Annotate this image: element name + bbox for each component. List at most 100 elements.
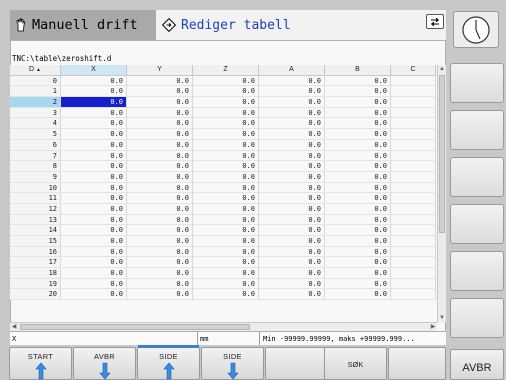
side-softkey-3[interactable] — [450, 157, 504, 197]
table-cell-a[interactable]: 0.0 — [259, 214, 325, 226]
table-cell-c[interactable] — [391, 246, 436, 258]
column-header-c[interactable]: C — [391, 65, 436, 76]
table-row[interactable]: 17 0.0 0.0 0.0 0.0 0.0 — [10, 257, 436, 269]
horizontal-scroll-thumb[interactable] — [20, 324, 250, 330]
scroll-left-icon[interactable]: ◀ — [10, 323, 18, 331]
table-row[interactable]: 16 0.0 0.0 0.0 0.0 0.0 — [10, 246, 436, 258]
table-cell-y[interactable]: 0.0 — [127, 268, 193, 279]
table-cell-d[interactable]: 18 — [10, 268, 61, 279]
table-cell-x[interactable]: 0.0 — [61, 171, 127, 183]
table-cell-d[interactable]: 5 — [10, 129, 61, 140]
table-row[interactable]: 4 0.0 0.0 0.0 0.0 0.0 — [10, 118, 436, 130]
table-cell-a[interactable]: 0.0 — [259, 129, 325, 140]
table-cell-y[interactable]: 0.0 — [127, 139, 193, 151]
table-cell-c[interactable] — [391, 268, 436, 279]
softkey-end[interactable]: AVBR — [73, 347, 136, 380]
table-cell-y[interactable]: 0.0 — [127, 118, 193, 130]
table-cell-a[interactable]: 0.0 — [259, 139, 325, 151]
table-cell-c[interactable] — [391, 75, 436, 87]
table-cell-x[interactable]: 0.0 — [61, 97, 127, 108]
table-row[interactable]: 19 0.0 0.0 0.0 0.0 0.0 — [10, 278, 436, 290]
table-cell-c[interactable] — [391, 225, 436, 236]
table-cell-z[interactable]: 0.0 — [193, 75, 259, 87]
table-cell-b[interactable]: 0.0 — [325, 268, 391, 279]
table-cell-x[interactable]: 0.0 — [61, 236, 127, 247]
table-cell-x[interactable]: 0.0 — [61, 75, 127, 87]
table-cell-b[interactable]: 0.0 — [325, 257, 391, 269]
table-cell-z[interactable]: 0.0 — [193, 236, 259, 247]
table-cell-a[interactable]: 0.0 — [259, 182, 325, 194]
softkey-start[interactable]: START — [9, 347, 72, 380]
table-cell-y[interactable]: 0.0 — [127, 203, 193, 215]
table-cell-d[interactable]: 7 — [10, 150, 61, 162]
table-cell-y[interactable]: 0.0 — [127, 171, 193, 183]
table-cell-x[interactable]: 0.0 — [61, 268, 127, 279]
table-cell-d[interactable]: 16 — [10, 246, 61, 258]
table-row[interactable]: 7 0.0 0.0 0.0 0.0 0.0 — [10, 150, 436, 162]
table-cell-c[interactable] — [391, 129, 436, 140]
softkey-empty-2[interactable] — [388, 347, 446, 380]
table-cell-a[interactable]: 0.0 — [259, 225, 325, 236]
column-header-a[interactable]: A — [259, 65, 325, 76]
table-cell-a[interactable]: 0.0 — [259, 86, 325, 98]
table-cell-c[interactable] — [391, 161, 436, 172]
table-cell-y[interactable]: 0.0 — [127, 289, 193, 301]
table-cell-c[interactable] — [391, 278, 436, 290]
table-cell-b[interactable]: 0.0 — [325, 129, 391, 140]
table-row[interactable]: 18 0.0 0.0 0.0 0.0 0.0 — [10, 268, 436, 279]
table-cell-b[interactable]: 0.0 — [325, 289, 391, 301]
scroll-up-icon[interactable]: ▲ — [438, 65, 446, 73]
table-cell-x[interactable]: 0.0 — [61, 257, 127, 269]
table-cell-b[interactable]: 0.0 — [325, 246, 391, 258]
table-cell-z[interactable]: 0.0 — [193, 193, 259, 204]
table-cell-b[interactable]: 0.0 — [325, 182, 391, 194]
table-cell-y[interactable]: 0.0 — [127, 97, 193, 108]
table-cell-b[interactable]: 0.0 — [325, 193, 391, 204]
table-row[interactable]: 0 0.0 0.0 0.0 0.0 0.0 — [10, 75, 436, 87]
table-cell-x[interactable]: 0.0 — [61, 150, 127, 162]
table-cell-z[interactable]: 0.0 — [193, 246, 259, 258]
scroll-down-icon[interactable]: ▼ — [438, 314, 446, 322]
table-cell-y[interactable]: 0.0 — [127, 214, 193, 226]
table-row[interactable]: 3 0.0 0.0 0.0 0.0 0.0 — [10, 107, 436, 119]
table-cell-a[interactable]: 0.0 — [259, 289, 325, 301]
table-row[interactable]: 9 0.0 0.0 0.0 0.0 0.0 — [10, 171, 436, 183]
table-cell-b[interactable]: 0.0 — [325, 75, 391, 87]
table-cell-d[interactable]: 8 — [10, 161, 61, 172]
side-softkey-1[interactable] — [450, 63, 504, 103]
table-cell-d[interactable]: 13 — [10, 214, 61, 226]
table-cell-x[interactable]: 0.0 — [61, 161, 127, 172]
table-cell-d[interactable]: 1 — [10, 86, 61, 98]
table-row[interactable]: 10 0.0 0.0 0.0 0.0 0.0 — [10, 182, 436, 194]
table-cell-c[interactable] — [391, 150, 436, 162]
table-cell-y[interactable]: 0.0 — [127, 182, 193, 194]
table-cell-y[interactable]: 0.0 — [127, 75, 193, 87]
side-softkey-2[interactable] — [450, 110, 504, 150]
table-cell-y[interactable]: 0.0 — [127, 278, 193, 290]
table-cell-b[interactable]: 0.0 — [325, 107, 391, 119]
table-cell-z[interactable]: 0.0 — [193, 278, 259, 290]
table-cell-d[interactable]: 14 — [10, 225, 61, 236]
column-header-b[interactable]: B — [325, 65, 391, 76]
table-row[interactable]: 15 0.0 0.0 0.0 0.0 0.0 — [10, 236, 436, 247]
table-cell-d[interactable]: 0 — [10, 75, 61, 87]
table-cell-a[interactable]: 0.0 — [259, 278, 325, 290]
table-cell-b[interactable]: 0.0 — [325, 203, 391, 215]
table-cell-c[interactable] — [391, 289, 436, 301]
table-cell-b[interactable]: 0.0 — [325, 171, 391, 183]
table-row[interactable]: 2 0.0 0.0 0.0 0.0 0.0 — [10, 97, 436, 108]
table-cell-x[interactable]: 0.0 — [61, 118, 127, 130]
side-softkey-4[interactable] — [450, 204, 504, 244]
table-cell-c[interactable] — [391, 236, 436, 247]
table-cell-x[interactable]: 0.0 — [61, 193, 127, 204]
table-cell-c[interactable] — [391, 97, 436, 108]
table-cell-y[interactable]: 0.0 — [127, 193, 193, 204]
table-cell-a[interactable]: 0.0 — [259, 161, 325, 172]
table-cell-y[interactable]: 0.0 — [127, 257, 193, 269]
table-row[interactable]: 13 0.0 0.0 0.0 0.0 0.0 — [10, 214, 436, 226]
table-cell-b[interactable]: 0.0 — [325, 236, 391, 247]
table-cell-c[interactable] — [391, 118, 436, 130]
table-cell-c[interactable] — [391, 139, 436, 151]
table-cell-b[interactable]: 0.0 — [325, 225, 391, 236]
softkey-page-down[interactable]: SIDE — [201, 347, 264, 380]
